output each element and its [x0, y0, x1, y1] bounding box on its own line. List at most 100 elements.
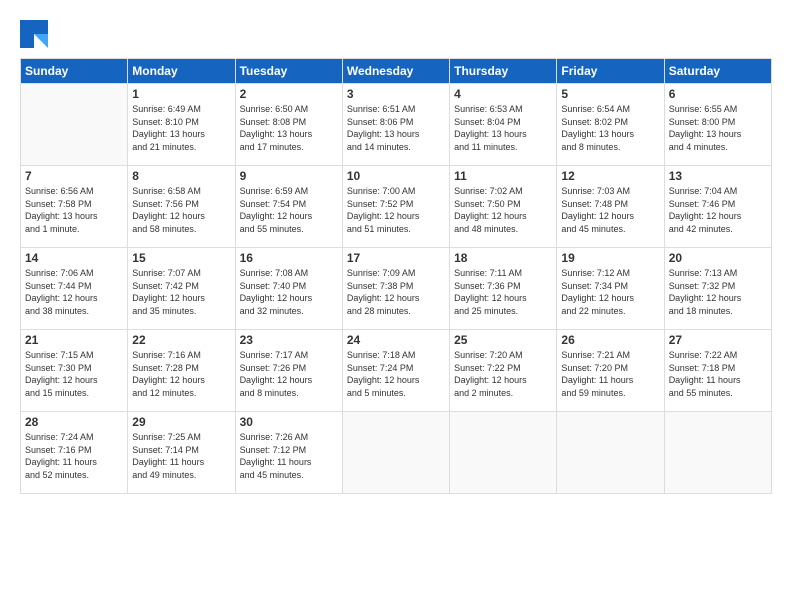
day-cell: 25 Sunrise: 7:20 AM Sunset: 7:22 PM Dayli…	[450, 330, 557, 412]
day-number: 1	[132, 87, 230, 101]
day-cell: 12Sunrise: 7:03 AM Sunset: 7:48 PM Dayli…	[557, 166, 664, 248]
day-cell: 16 Sunrise: 7:08 AM Sunset: 7:40 PM Dayli…	[235, 248, 342, 330]
day-info: Sunrise: 7:18 AM Sunset: 7:24 PM Dayligh…	[347, 349, 445, 399]
day-number: 13	[669, 169, 767, 183]
day-info: Sunrise: 6:51 AM Sunset: 8:06 PM Dayligh…	[347, 103, 445, 153]
day-header-saturday: Saturday	[664, 59, 771, 84]
day-number: 26	[561, 333, 659, 347]
week-row-4: 21Sunrise: 7:15 AM Sunset: 7:30 PM Dayli…	[21, 330, 772, 412]
day-info: Sunrise: 6:54 AM Sunset: 8:02 PM Dayligh…	[561, 103, 659, 153]
day-info: Sunrise: 7:08 AM Sunset: 7:40 PM Dayligh…	[240, 267, 338, 317]
day-number: 3	[347, 87, 445, 101]
week-row-3: 14 Sunrise: 7:06 AM Sunset: 7:44 PM Dayli…	[21, 248, 772, 330]
day-cell: 22Sunrise: 7:16 AM Sunset: 7:28 PM Dayli…	[128, 330, 235, 412]
day-info: Sunrise: 7:24 AM Sunset: 7:16 PM Dayligh…	[25, 431, 123, 481]
logo	[20, 20, 52, 48]
day-number: 14	[25, 251, 123, 265]
day-cell: 24 Sunrise: 7:18 AM Sunset: 7:24 PM Dayli…	[342, 330, 449, 412]
day-cell: 19 Sunrise: 7:12 AM Sunset: 7:34 PM Dayli…	[557, 248, 664, 330]
day-number: 18	[454, 251, 552, 265]
day-number: 28	[25, 415, 123, 429]
day-header-monday: Monday	[128, 59, 235, 84]
day-cell: 1 Sunrise: 6:49 AM Sunset: 8:10 PM Daylig…	[128, 84, 235, 166]
day-number: 7	[25, 169, 123, 183]
day-cell: 6 Sunrise: 6:55 AM Sunset: 8:00 PM Daylig…	[664, 84, 771, 166]
day-cell: 18 Sunrise: 7:11 AM Sunset: 7:36 PM Dayli…	[450, 248, 557, 330]
day-number: 17	[347, 251, 445, 265]
day-number: 20	[669, 251, 767, 265]
day-info: Sunrise: 6:55 AM Sunset: 8:00 PM Dayligh…	[669, 103, 767, 153]
day-cell: 8 Sunrise: 6:58 AM Sunset: 7:56 PM Daylig…	[128, 166, 235, 248]
day-cell: 5 Sunrise: 6:54 AM Sunset: 8:02 PM Daylig…	[557, 84, 664, 166]
day-cell	[342, 412, 449, 494]
day-header-thursday: Thursday	[450, 59, 557, 84]
day-cell: 15Sunrise: 7:07 AM Sunset: 7:42 PM Dayli…	[128, 248, 235, 330]
day-cell: 27Sunrise: 7:22 AM Sunset: 7:18 PM Dayli…	[664, 330, 771, 412]
day-header-tuesday: Tuesday	[235, 59, 342, 84]
day-cell: 17 Sunrise: 7:09 AM Sunset: 7:38 PM Dayli…	[342, 248, 449, 330]
day-info: Sunrise: 6:59 AM Sunset: 7:54 PM Dayligh…	[240, 185, 338, 235]
day-info: Sunrise: 7:02 AM Sunset: 7:50 PM Dayligh…	[454, 185, 552, 235]
day-cell: 11 Sunrise: 7:02 AM Sunset: 7:50 PM Dayli…	[450, 166, 557, 248]
day-cell: 29Sunrise: 7:25 AM Sunset: 7:14 PM Dayli…	[128, 412, 235, 494]
day-number: 11	[454, 169, 552, 183]
day-cell: 20 Sunrise: 7:13 AM Sunset: 7:32 PM Dayli…	[664, 248, 771, 330]
day-cell	[557, 412, 664, 494]
day-header-friday: Friday	[557, 59, 664, 84]
day-info: Sunrise: 6:49 AM Sunset: 8:10 PM Dayligh…	[132, 103, 230, 153]
day-info: Sunrise: 7:12 AM Sunset: 7:34 PM Dayligh…	[561, 267, 659, 317]
day-info: Sunrise: 7:22 AM Sunset: 7:18 PM Dayligh…	[669, 349, 767, 399]
day-info: Sunrise: 6:53 AM Sunset: 8:04 PM Dayligh…	[454, 103, 552, 153]
week-row-1: 1 Sunrise: 6:49 AM Sunset: 8:10 PM Daylig…	[21, 84, 772, 166]
day-cell: 10 Sunrise: 7:00 AM Sunset: 7:52 PM Dayli…	[342, 166, 449, 248]
day-number: 2	[240, 87, 338, 101]
day-info: Sunrise: 7:16 AM Sunset: 7:28 PM Dayligh…	[132, 349, 230, 399]
week-row-5: 28 Sunrise: 7:24 AM Sunset: 7:16 PM Dayli…	[21, 412, 772, 494]
day-number: 6	[669, 87, 767, 101]
day-info: Sunrise: 7:13 AM Sunset: 7:32 PM Dayligh…	[669, 267, 767, 317]
day-info: Sunrise: 7:00 AM Sunset: 7:52 PM Dayligh…	[347, 185, 445, 235]
day-info: Sunrise: 7:07 AM Sunset: 7:42 PM Dayligh…	[132, 267, 230, 317]
page-header	[20, 20, 772, 48]
day-info: Sunrise: 7:26 AM Sunset: 7:12 PM Dayligh…	[240, 431, 338, 481]
day-cell: 4 Sunrise: 6:53 AM Sunset: 8:04 PM Daylig…	[450, 84, 557, 166]
day-header-sunday: Sunday	[21, 59, 128, 84]
week-row-2: 7 Sunrise: 6:56 AM Sunset: 7:58 PM Daylig…	[21, 166, 772, 248]
calendar-table: SundayMondayTuesdayWednesdayThursdayFrid…	[20, 58, 772, 494]
day-cell	[21, 84, 128, 166]
day-info: Sunrise: 7:15 AM Sunset: 7:30 PM Dayligh…	[25, 349, 123, 399]
day-info: Sunrise: 7:09 AM Sunset: 7:38 PM Dayligh…	[347, 267, 445, 317]
day-cell: 28 Sunrise: 7:24 AM Sunset: 7:16 PM Dayli…	[21, 412, 128, 494]
day-info: Sunrise: 7:11 AM Sunset: 7:36 PM Dayligh…	[454, 267, 552, 317]
day-cell: 21Sunrise: 7:15 AM Sunset: 7:30 PM Dayli…	[21, 330, 128, 412]
day-info: Sunrise: 7:03 AM Sunset: 7:48 PM Dayligh…	[561, 185, 659, 235]
day-number: 24	[347, 333, 445, 347]
day-cell: 7 Sunrise: 6:56 AM Sunset: 7:58 PM Daylig…	[21, 166, 128, 248]
day-info: Sunrise: 7:06 AM Sunset: 7:44 PM Dayligh…	[25, 267, 123, 317]
day-cell: 23 Sunrise: 7:17 AM Sunset: 7:26 PM Dayli…	[235, 330, 342, 412]
day-cell: 9 Sunrise: 6:59 AM Sunset: 7:54 PM Daylig…	[235, 166, 342, 248]
day-headers: SundayMondayTuesdayWednesdayThursdayFrid…	[21, 59, 772, 84]
day-cell: 14 Sunrise: 7:06 AM Sunset: 7:44 PM Dayli…	[21, 248, 128, 330]
day-cell: 30 Sunrise: 7:26 AM Sunset: 7:12 PM Dayli…	[235, 412, 342, 494]
day-cell: 13Sunrise: 7:04 AM Sunset: 7:46 PM Dayli…	[664, 166, 771, 248]
day-number: 10	[347, 169, 445, 183]
day-info: Sunrise: 6:58 AM Sunset: 7:56 PM Dayligh…	[132, 185, 230, 235]
day-info: Sunrise: 7:17 AM Sunset: 7:26 PM Dayligh…	[240, 349, 338, 399]
day-info: Sunrise: 7:25 AM Sunset: 7:14 PM Dayligh…	[132, 431, 230, 481]
day-number: 16	[240, 251, 338, 265]
day-number: 23	[240, 333, 338, 347]
day-info: Sunrise: 7:20 AM Sunset: 7:22 PM Dayligh…	[454, 349, 552, 399]
day-number: 19	[561, 251, 659, 265]
day-number: 9	[240, 169, 338, 183]
day-number: 8	[132, 169, 230, 183]
day-info: Sunrise: 6:56 AM Sunset: 7:58 PM Dayligh…	[25, 185, 123, 235]
day-number: 25	[454, 333, 552, 347]
day-number: 30	[240, 415, 338, 429]
day-cell: 2Sunrise: 6:50 AM Sunset: 8:08 PM Daylig…	[235, 84, 342, 166]
logo-icon	[20, 20, 48, 48]
day-cell: 3 Sunrise: 6:51 AM Sunset: 8:06 PM Daylig…	[342, 84, 449, 166]
day-number: 5	[561, 87, 659, 101]
day-number: 4	[454, 87, 552, 101]
day-cell	[664, 412, 771, 494]
